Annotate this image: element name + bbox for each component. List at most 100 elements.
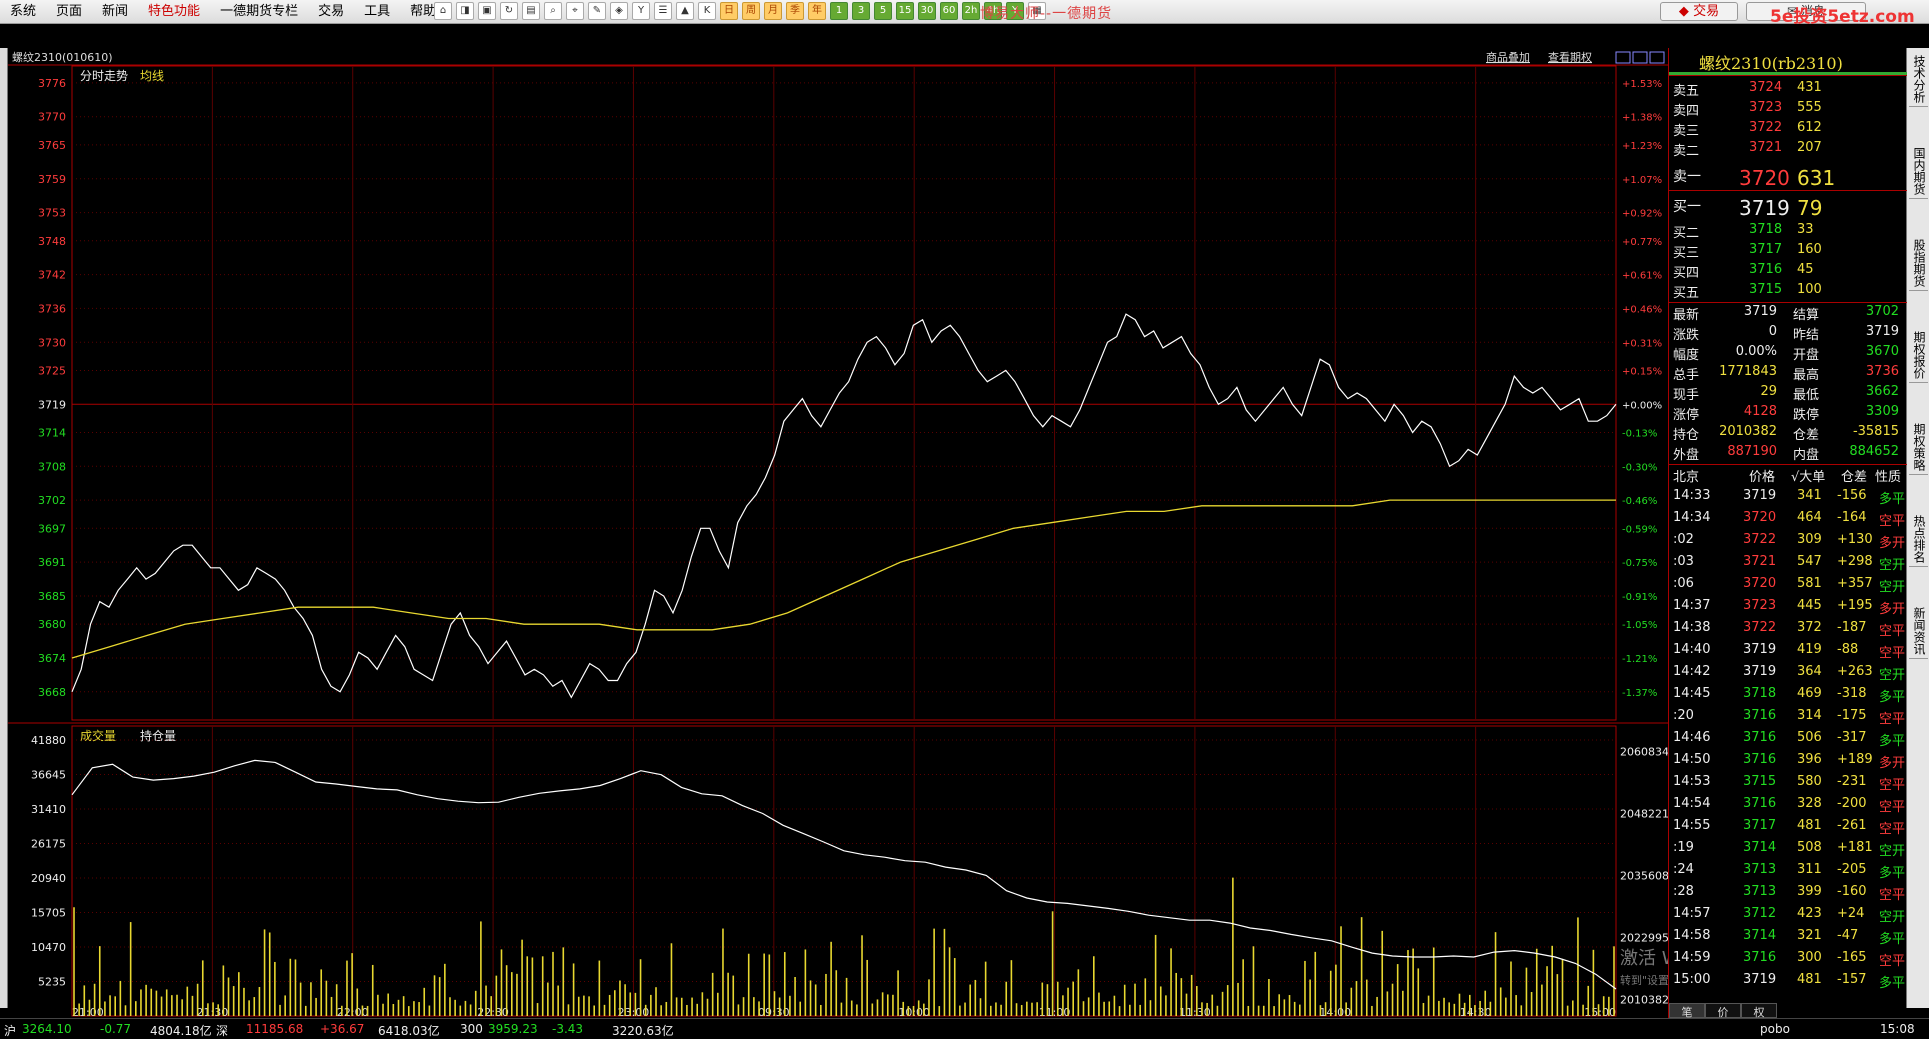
toolbar-button-4[interactable]: ▤ bbox=[522, 2, 540, 20]
volume-tick-label: 20940 bbox=[31, 872, 66, 885]
price-tick-label: 3697 bbox=[38, 522, 66, 535]
option-link[interactable]: 查看期权 bbox=[1548, 50, 1592, 64]
toolbar-button-2[interactable]: ▣ bbox=[478, 2, 496, 20]
tick-time: :02 bbox=[1673, 532, 1694, 547]
tick-price: 3722 bbox=[1743, 620, 1777, 635]
oi-tick-label: 2035608 bbox=[1620, 869, 1668, 882]
tick-row: 14:34 3720 464 -164 空平 bbox=[1669, 510, 1907, 530]
trade-button[interactable]: ◆ 交易 bbox=[1660, 2, 1738, 21]
bid-price: 3717 bbox=[1749, 242, 1783, 257]
toolbar-button-3[interactable]: ↻ bbox=[500, 2, 518, 20]
price-tick-label: 3668 bbox=[38, 686, 66, 699]
toolbar-button-23[interactable]: 60 bbox=[940, 2, 958, 20]
right-tab-3[interactable]: 期权报价 bbox=[1909, 328, 1928, 383]
price-tick-label: 3691 bbox=[38, 556, 66, 569]
bid-volume: 79 bbox=[1797, 196, 1823, 220]
toolbar-button-14[interactable]: 周 bbox=[742, 2, 760, 20]
toolbar-button-10[interactable]: ☰ bbox=[654, 2, 672, 20]
volume-tick-label: 36645 bbox=[31, 768, 66, 781]
tick-row: :28 3713 399 -160 空平 bbox=[1669, 884, 1907, 904]
avg-series-label: 均线 bbox=[140, 69, 164, 83]
pct-tick-label: +0.00% bbox=[1622, 400, 1662, 411]
tick-row: 14:53 3715 580 -231 空平 bbox=[1669, 774, 1907, 794]
right-tab-0[interactable]: 技术分析 bbox=[1909, 52, 1928, 107]
status-item-3: 4804.18亿 bbox=[150, 1024, 212, 1038]
toolbar-button-21[interactable]: 15 bbox=[896, 2, 914, 20]
toolbar-button-0[interactable]: ⌂ bbox=[434, 2, 452, 20]
pct-tick-label: -0.13% bbox=[1622, 428, 1657, 439]
toolbar-button-16[interactable]: 季 bbox=[786, 2, 804, 20]
toolbar-button-19[interactable]: 3 bbox=[852, 2, 870, 20]
toolbar-button-17[interactable]: 年 bbox=[808, 2, 826, 20]
toolbar-button-5[interactable]: ⌕ bbox=[544, 2, 562, 20]
ask-price: 3720 bbox=[1739, 166, 1790, 190]
ask-volume: 612 bbox=[1797, 120, 1822, 135]
tick-volume: 341 bbox=[1797, 488, 1822, 503]
tick-oi: -205 bbox=[1837, 862, 1867, 877]
quote-bottom-tab-0[interactable]: 笔 bbox=[1669, 1003, 1705, 1019]
tick-volume: 314 bbox=[1797, 708, 1822, 723]
restore-icon[interactable] bbox=[1632, 51, 1648, 64]
right-tab-4[interactable]: 期权策略 bbox=[1909, 420, 1928, 475]
tick-oi: -200 bbox=[1837, 796, 1867, 811]
tick-price: 3712 bbox=[1743, 906, 1777, 921]
right-tab-6[interactable]: 新闻资讯 bbox=[1909, 604, 1928, 659]
overlay-link[interactable]: 商品叠加 bbox=[1486, 50, 1530, 64]
price-tick-label: 3776 bbox=[38, 77, 66, 90]
toolbar-button-8[interactable]: ◈ bbox=[610, 2, 628, 20]
tick-time: 14:45 bbox=[1673, 686, 1711, 701]
stat-label: 跌停 bbox=[1793, 408, 1820, 423]
tick-oi: +24 bbox=[1837, 906, 1865, 921]
stat-label: 仓差 bbox=[1793, 428, 1820, 443]
stat-value: 1771843 bbox=[1719, 364, 1777, 379]
toolbar-button-6[interactable]: ⌖ bbox=[566, 2, 584, 20]
right-tab-5[interactable]: 热点排名 bbox=[1909, 512, 1928, 567]
quote-bottom-tab-2[interactable]: 权 bbox=[1741, 1003, 1777, 1019]
toolbar-button-20[interactable]: 5 bbox=[874, 2, 892, 20]
toolbar-button-15[interactable]: 月 bbox=[764, 2, 782, 20]
toolbar-button-12[interactable]: K bbox=[698, 2, 716, 20]
close-chart-icon[interactable] bbox=[1649, 51, 1665, 64]
status-item-7: 6418.03亿 bbox=[378, 1024, 440, 1038]
toolbar-button-18[interactable]: 1 bbox=[830, 2, 848, 20]
tick-time: 14:58 bbox=[1673, 928, 1711, 943]
bid-row-3: 买三 3717 160 bbox=[1669, 242, 1907, 262]
tick-time: 14:54 bbox=[1673, 796, 1711, 811]
tick-oi: +189 bbox=[1837, 752, 1873, 767]
tick-volume: 328 bbox=[1797, 796, 1822, 811]
tick-volume: 580 bbox=[1797, 774, 1822, 789]
ask-volume: 207 bbox=[1797, 140, 1822, 155]
toolbar-button-7[interactable]: ✎ bbox=[588, 2, 606, 20]
tick-type: 空平 bbox=[1879, 822, 1906, 837]
tick-oi: -318 bbox=[1837, 686, 1867, 701]
right-tab-2[interactable]: 股指期货 bbox=[1909, 236, 1928, 291]
toolbar-button-1[interactable]: ◨ bbox=[456, 2, 474, 20]
stat-row-6: 持仓 2010382 仓差 -35815 bbox=[1669, 424, 1907, 444]
pct-tick-label: +0.31% bbox=[1622, 338, 1662, 349]
tick-time: :03 bbox=[1673, 554, 1694, 569]
toolbar-button-11[interactable]: ▲ bbox=[676, 2, 694, 20]
tick-header-price: 价格 bbox=[1749, 470, 1776, 485]
tick-time: :19 bbox=[1673, 840, 1694, 855]
ask-price: 3722 bbox=[1749, 120, 1783, 135]
tick-time: 14:38 bbox=[1673, 620, 1711, 635]
toolbar-button-24[interactable]: 2h bbox=[962, 2, 980, 20]
stat-value: 3309 bbox=[1865, 404, 1899, 419]
quote-bottom-tab-1[interactable]: 价 bbox=[1705, 1003, 1741, 1019]
ask-label: 卖一 bbox=[1673, 169, 1701, 185]
bid-row-2: 买二 3718 33 bbox=[1669, 222, 1907, 242]
stat-label: 持仓 bbox=[1673, 428, 1700, 443]
toolbar-button-9[interactable]: Y bbox=[632, 2, 650, 20]
status-bar: 沪 3264.10 -0.77 4804.18亿深 11185.68 +36.67 6418… bbox=[0, 1018, 1929, 1038]
intraday-chart[interactable]: 螺纹2310(010610) 商品叠加 查看期权 3668 -1.37% 3674 -1.2… bbox=[8, 48, 1668, 1018]
pct-tick-label: +0.46% bbox=[1622, 304, 1662, 315]
bid-volume: 45 bbox=[1797, 262, 1814, 277]
toolbar-button-13[interactable]: 日 bbox=[720, 2, 738, 20]
tick-volume: 399 bbox=[1797, 884, 1822, 899]
status-item-0: 沪 bbox=[4, 1024, 17, 1038]
zoom-icon[interactable] bbox=[1615, 51, 1631, 64]
toolbar-button-22[interactable]: 30 bbox=[918, 2, 936, 20]
ask-price: 3723 bbox=[1749, 100, 1783, 115]
price-tick-label: 3725 bbox=[38, 364, 66, 377]
right-tab-1[interactable]: 国内期货 bbox=[1909, 144, 1928, 199]
